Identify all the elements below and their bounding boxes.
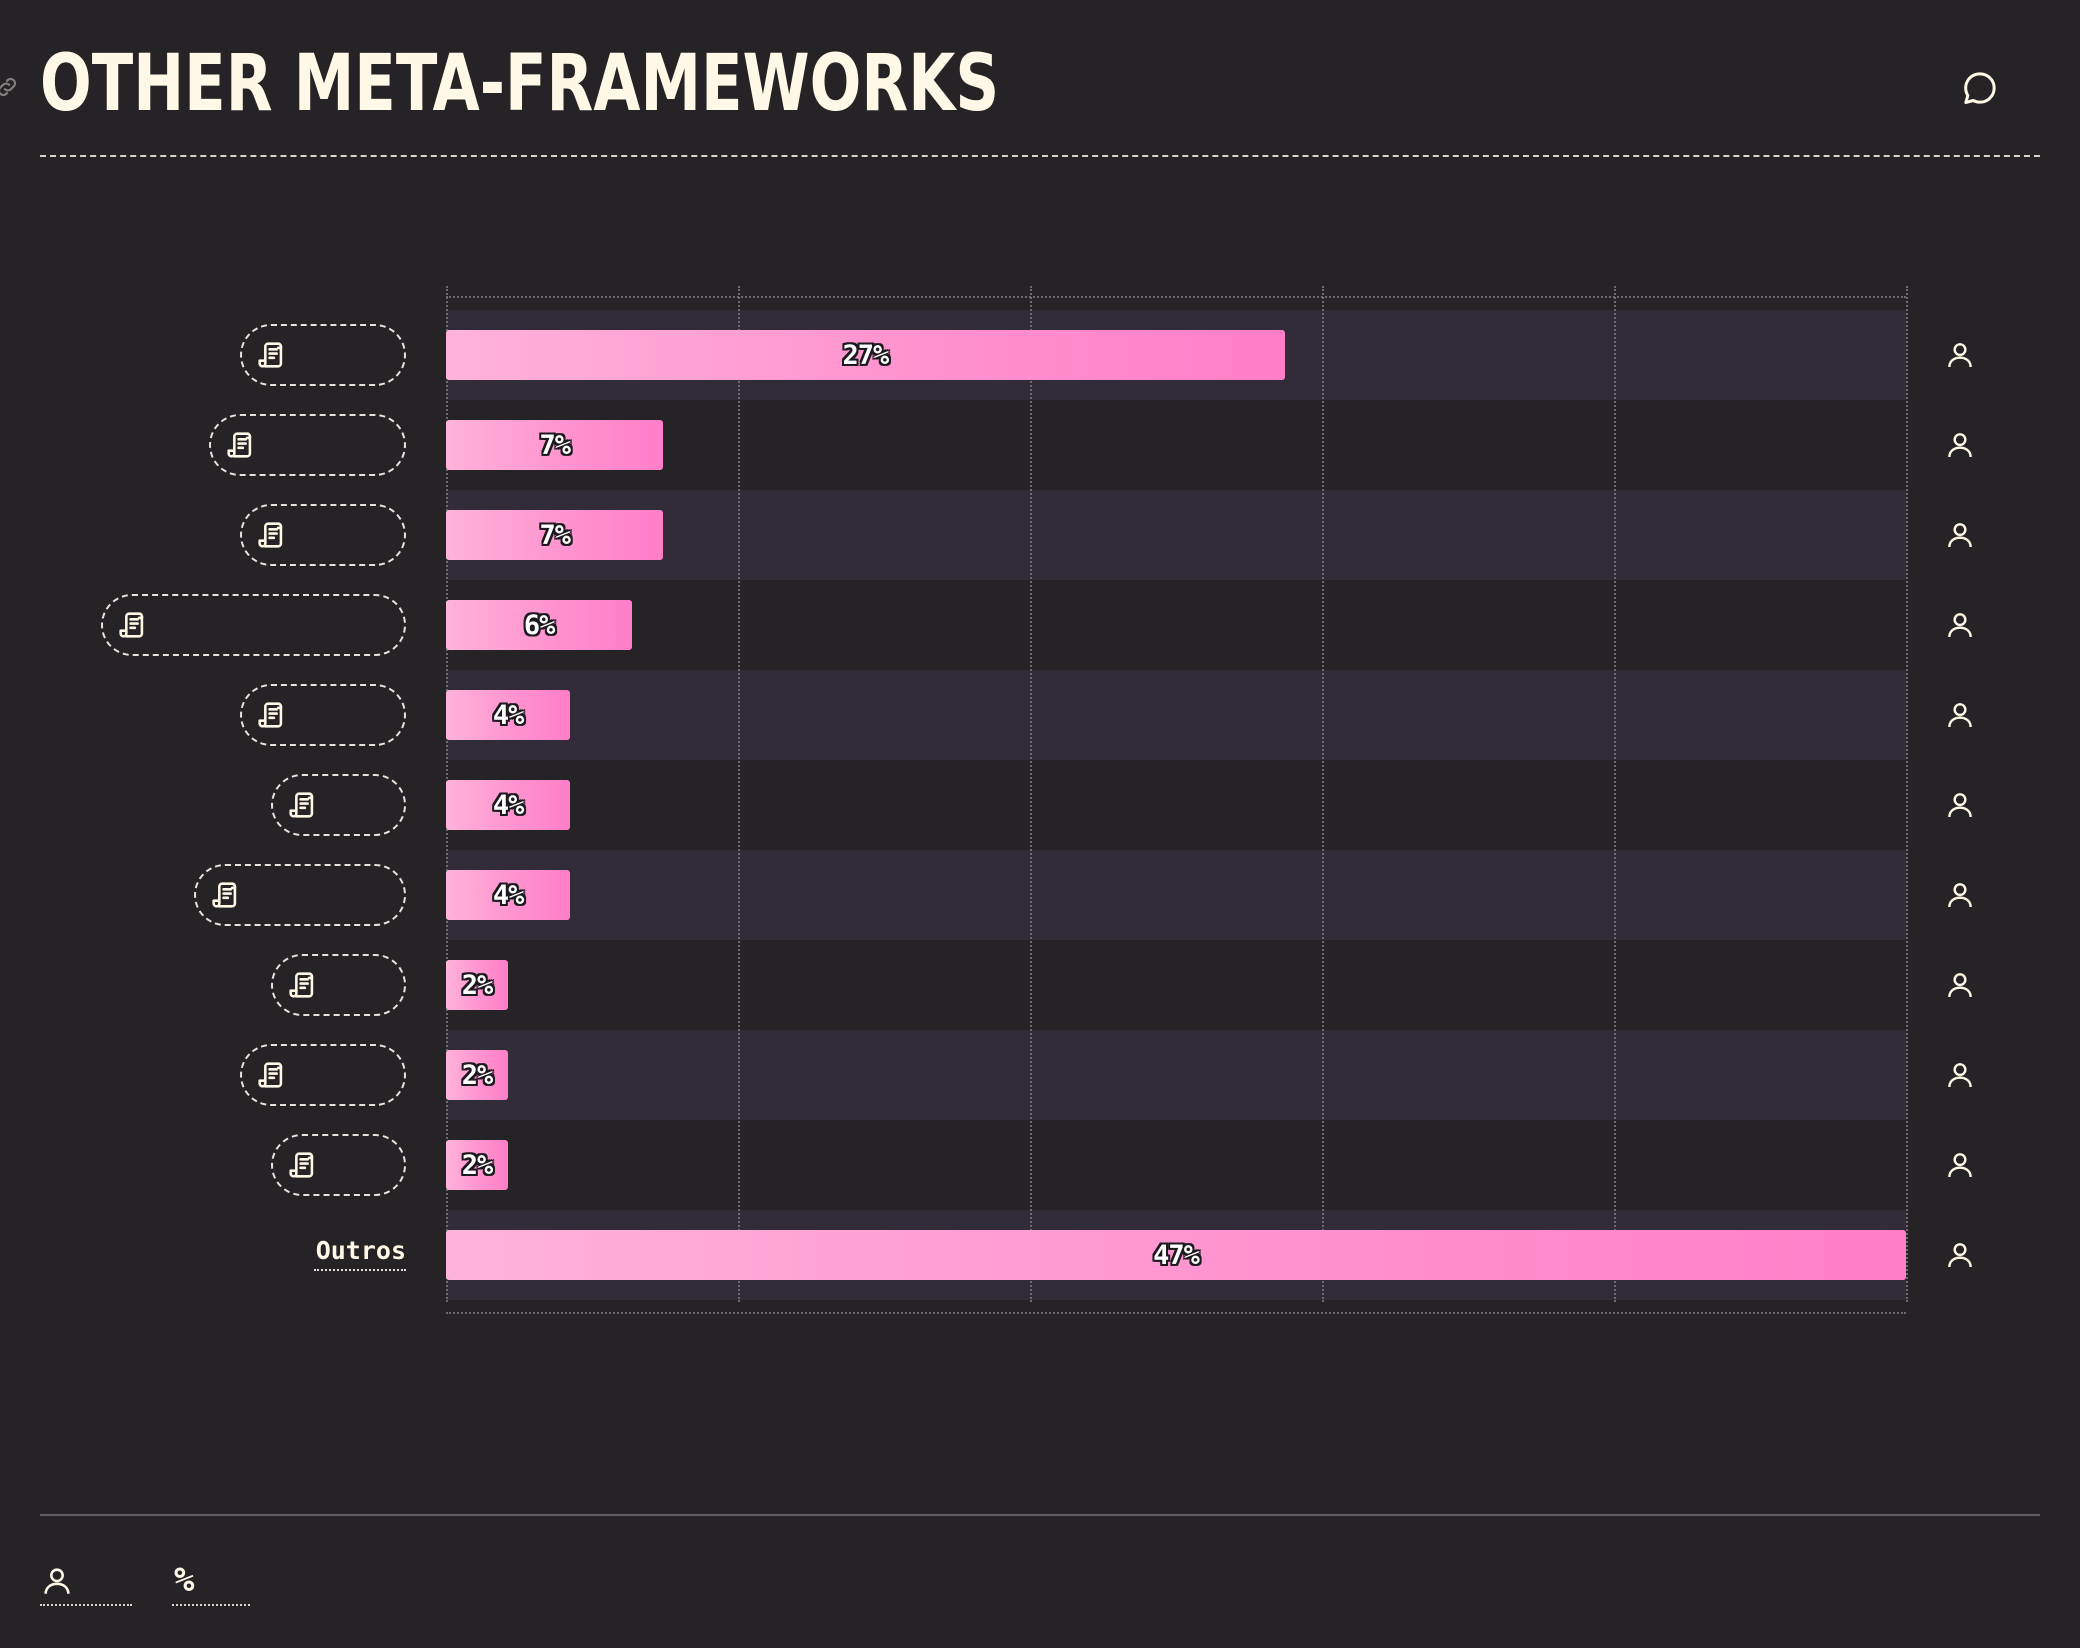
bar-value-label: 4%: [492, 789, 525, 821]
bar[interactable]: 6%: [446, 600, 633, 650]
scroll-icon: [289, 1152, 314, 1178]
category-label-pill[interactable]: [101, 594, 406, 656]
user-icon[interactable]: [1944, 339, 1976, 371]
scroll-icon: [258, 702, 283, 728]
scroll-icon: [258, 522, 283, 548]
grid-bottom-line: [446, 1312, 1906, 1314]
row-band: [446, 580, 1906, 670]
bar-value-label: 2%: [461, 1059, 494, 1091]
gridline: [1614, 286, 1616, 1302]
user-icon[interactable]: [1944, 609, 1976, 641]
bar-chart: 27% 7% 7% 6% 4% 4% 4% 2% 2% 2% 47% Outros: [0, 280, 2080, 1314]
category-label-pill[interactable]: [240, 324, 406, 386]
scroll-icon: [289, 792, 314, 818]
scroll-icon: [212, 882, 237, 908]
user-icon[interactable]: [1944, 1239, 1976, 1271]
footer-percent-toggle[interactable]: %: [172, 1560, 250, 1606]
user-icon[interactable]: [1944, 969, 1976, 1001]
row-band: [446, 850, 1906, 940]
bar[interactable]: 4%: [446, 690, 571, 740]
row-band: [446, 400, 1906, 490]
bar[interactable]: 27%: [446, 330, 1285, 380]
bar-value-label: 4%: [492, 699, 525, 731]
bar[interactable]: 47%: [446, 1230, 1906, 1280]
user-icon[interactable]: [1944, 1059, 1976, 1091]
gridline: [1322, 286, 1324, 1302]
bar-value-label: 2%: [461, 969, 494, 1001]
bar[interactable]: 2%: [446, 1140, 509, 1190]
percent-icon: %: [174, 1560, 195, 1600]
bar-value-label: 6%: [523, 609, 556, 641]
category-label-pill[interactable]: [240, 1044, 406, 1106]
bar[interactable]: 2%: [446, 960, 509, 1010]
bar[interactable]: 7%: [446, 420, 664, 470]
user-icon[interactable]: [1944, 519, 1976, 551]
gridline: [1030, 286, 1032, 1302]
category-label[interactable]: Outros: [314, 1236, 406, 1271]
bar-value-label: 4%: [492, 879, 525, 911]
user-icon[interactable]: [1944, 699, 1976, 731]
scroll-icon: [227, 432, 252, 458]
link-icon[interactable]: [0, 74, 20, 100]
user-icon[interactable]: [1944, 429, 1976, 461]
row-band: [446, 1030, 1906, 1120]
bar[interactable]: 4%: [446, 870, 571, 920]
category-label-pill[interactable]: [240, 504, 406, 566]
gridline: [1906, 286, 1908, 1302]
gridline: [738, 286, 740, 1302]
row-band: [446, 940, 1906, 1030]
category-label-pill[interactable]: [271, 954, 406, 1016]
page-title: OTHER META-FRAMEWORKS: [40, 39, 1000, 129]
scroll-icon: [258, 342, 283, 368]
bar-value-label: 7%: [539, 519, 571, 551]
user-icon[interactable]: [1944, 1149, 1976, 1181]
bar-value-label: 47%: [1153, 1239, 1200, 1271]
row-band: [446, 760, 1906, 850]
category-label-pill[interactable]: [209, 414, 406, 476]
scroll-icon: [289, 972, 314, 998]
user-icon[interactable]: [1944, 789, 1976, 821]
row-band: [446, 1120, 1906, 1210]
row-band: [446, 490, 1906, 580]
scroll-icon: [258, 1062, 283, 1088]
bar[interactable]: 7%: [446, 510, 664, 560]
category-label-pill[interactable]: [271, 774, 406, 836]
category-label-pill[interactable]: [271, 1134, 406, 1196]
row-band: [446, 670, 1906, 760]
grid-top-line: [446, 296, 1906, 298]
category-label-pill[interactable]: [194, 864, 406, 926]
bar[interactable]: 2%: [446, 1050, 509, 1100]
title-divider: [40, 155, 2040, 157]
comment-icon[interactable]: [1960, 68, 2000, 108]
bar-value-label: 7%: [539, 429, 571, 461]
bar[interactable]: 4%: [446, 780, 571, 830]
category-label-pill[interactable]: [240, 684, 406, 746]
scroll-icon: [119, 612, 144, 638]
footer-divider: [40, 1514, 2040, 1516]
bar-value-label: 2%: [461, 1149, 494, 1181]
footer-count-toggle[interactable]: [40, 1560, 132, 1606]
bar-value-label: 27%: [842, 339, 889, 371]
footer-user-icon: [44, 1568, 70, 1594]
user-icon[interactable]: [1944, 879, 1976, 911]
